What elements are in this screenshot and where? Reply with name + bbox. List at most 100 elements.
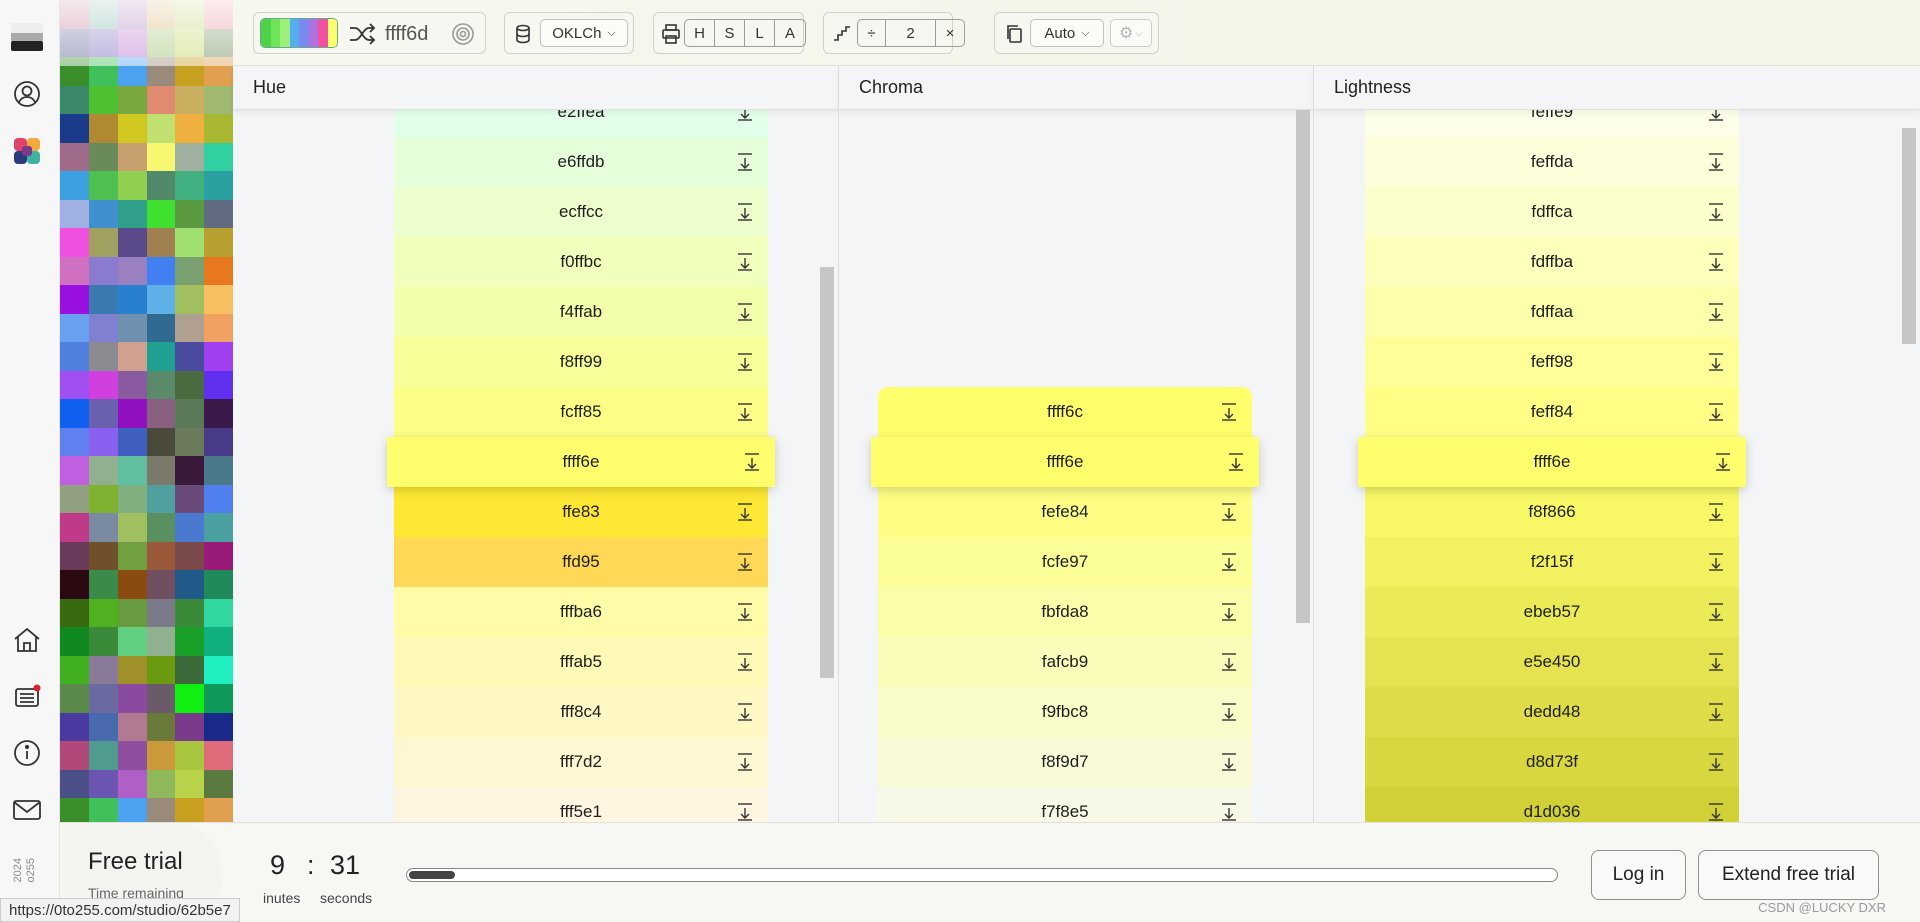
mosaic-swatch[interactable] <box>88 171 118 200</box>
download-icon[interactable] <box>736 152 754 172</box>
mosaic-swatch[interactable] <box>204 142 233 171</box>
download-icon[interactable] <box>1714 452 1732 472</box>
mosaic-swatch[interactable] <box>146 228 176 257</box>
chroma-swatch[interactable]: fafcb9 <box>878 637 1252 687</box>
mosaic-swatch[interactable] <box>60 769 89 798</box>
mosaic-swatch[interactable] <box>175 484 205 513</box>
mosaic-swatch[interactable] <box>117 370 147 399</box>
download-icon[interactable] <box>1707 302 1725 322</box>
mosaic-swatch[interactable] <box>146 342 176 371</box>
mosaic-swatch[interactable] <box>88 655 118 684</box>
mosaic-swatch[interactable] <box>146 655 176 684</box>
mosaic-swatch[interactable] <box>117 769 147 798</box>
mosaic-swatch[interactable] <box>175 342 205 371</box>
mosaic-swatch[interactable] <box>204 228 233 257</box>
mosaic-swatch[interactable] <box>146 370 176 399</box>
hue-swatch[interactable]: f0ffbc <box>394 237 768 287</box>
mosaic-swatch[interactable] <box>60 171 89 200</box>
mosaic-swatch[interactable] <box>88 85 118 114</box>
mosaic-swatch[interactable] <box>146 114 176 143</box>
mosaic-swatch[interactable] <box>204 484 233 513</box>
mosaic-swatch[interactable] <box>146 513 176 542</box>
mosaic-swatch[interactable] <box>88 427 118 456</box>
download-icon[interactable] <box>736 752 754 772</box>
mosaic-swatch[interactable] <box>117 399 147 428</box>
mosaic-swatch[interactable] <box>60 342 89 371</box>
mosaic-swatch[interactable] <box>175 85 205 114</box>
download-icon[interactable] <box>736 552 754 572</box>
mosaic-swatch[interactable] <box>204 712 233 741</box>
mosaic-swatch[interactable] <box>146 456 176 485</box>
mosaic-swatch[interactable] <box>204 285 233 314</box>
mosaic-swatch[interactable] <box>88 456 118 485</box>
mosaic-swatch[interactable] <box>60 285 89 314</box>
swatch-strip[interactable] <box>260 18 338 48</box>
mosaic-swatch[interactable] <box>60 142 89 171</box>
mosaic-swatch[interactable] <box>146 142 176 171</box>
chroma-swatch[interactable]: f8f9d7 <box>878 737 1252 787</box>
mode-select[interactable]: Auto ⌵ <box>1030 19 1104 47</box>
lightness-swatch[interactable]: feffda <box>1365 137 1739 187</box>
hue-swatch[interactable]: e2ffea <box>394 110 768 137</box>
download-icon[interactable] <box>1220 602 1238 622</box>
mosaic-swatch[interactable] <box>146 684 176 713</box>
download-icon[interactable] <box>1220 552 1238 572</box>
mosaic-swatch[interactable] <box>175 142 205 171</box>
mosaic-swatch[interactable] <box>60 541 89 570</box>
mosaic-swatch[interactable] <box>60 85 89 114</box>
mosaic-swatch[interactable] <box>204 655 233 684</box>
mosaic-swatch[interactable] <box>175 712 205 741</box>
chroma-swatch[interactable]: ffff6c <box>878 387 1252 437</box>
hue-swatch[interactable]: ecffcc <box>394 187 768 237</box>
mosaic-swatch[interactable] <box>88 142 118 171</box>
mosaic-swatch[interactable] <box>117 541 147 570</box>
settings-select[interactable]: ⚙ ⌵ <box>1110 19 1152 47</box>
mosaic-swatch[interactable] <box>88 484 118 513</box>
mosaic-swatch[interactable] <box>204 427 233 456</box>
mosaic-swatch[interactable] <box>175 427 205 456</box>
mosaic-swatch[interactable] <box>146 598 176 627</box>
mosaic-swatch[interactable] <box>117 655 147 684</box>
mosaic-swatch[interactable] <box>204 598 233 627</box>
mosaic-swatch[interactable] <box>175 228 205 257</box>
lightness-swatch[interactable]: fdffba <box>1365 237 1739 287</box>
mosaic-swatch[interactable] <box>117 142 147 171</box>
mosaic-swatch[interactable] <box>175 598 205 627</box>
palette-icon[interactable] <box>10 134 44 168</box>
mosaic-swatch[interactable] <box>175 684 205 713</box>
chroma-swatch[interactable]: fbfda8 <box>878 587 1252 637</box>
mosaic-swatch[interactable] <box>60 570 89 599</box>
mosaic-swatch[interactable] <box>60 370 89 399</box>
mosaic-swatch[interactable] <box>60 684 89 713</box>
mosaic-swatch[interactable] <box>175 541 205 570</box>
mosaic-swatch[interactable] <box>60 655 89 684</box>
mosaic-swatch[interactable] <box>117 114 147 143</box>
lightness-swatch[interactable]: fdffca <box>1365 187 1739 237</box>
mosaic-swatch[interactable] <box>175 570 205 599</box>
mosaic-swatch[interactable] <box>88 228 118 257</box>
mosaic-swatch[interactable] <box>146 171 176 200</box>
download-icon[interactable] <box>736 302 754 322</box>
hue-swatch[interactable]: f4ffab <box>394 287 768 337</box>
mail-icon[interactable] <box>10 793 44 827</box>
mosaic-swatch[interactable] <box>117 741 147 770</box>
swatch-mosaic[interactable] <box>60 0 233 830</box>
download-icon[interactable] <box>736 110 754 122</box>
download-icon[interactable] <box>736 352 754 372</box>
hue-swatch[interactable]: fff8c4 <box>394 687 768 737</box>
download-icon[interactable] <box>1220 702 1238 722</box>
mosaic-swatch[interactable] <box>60 114 89 143</box>
lightness-swatch[interactable]: d8d73f <box>1365 737 1739 787</box>
home-icon[interactable] <box>10 623 44 657</box>
mosaic-swatch[interactable] <box>146 627 176 656</box>
step-stepper[interactable]: ÷ 2 × <box>857 19 965 47</box>
mosaic-swatch[interactable] <box>175 256 205 285</box>
mosaic-swatch[interactable] <box>88 712 118 741</box>
mosaic-swatch[interactable] <box>175 285 205 314</box>
chroma-swatch[interactable]: f7f8e5 <box>878 787 1252 822</box>
mosaic-swatch[interactable] <box>146 313 176 342</box>
lightness-swatch[interactable]: f8f866 <box>1365 487 1739 537</box>
mosaic-swatch[interactable] <box>204 769 233 798</box>
download-icon[interactable] <box>1707 602 1725 622</box>
mosaic-swatch[interactable] <box>175 456 205 485</box>
